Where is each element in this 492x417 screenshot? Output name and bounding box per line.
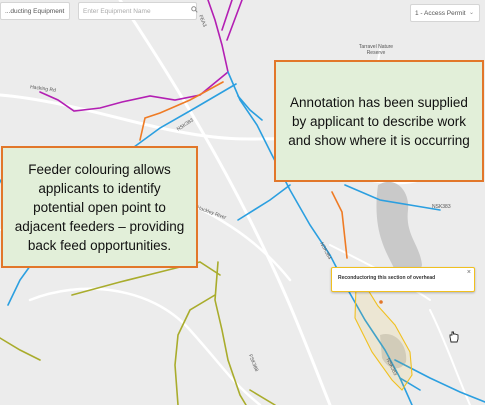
feeder-colouring-callout-text: Feeder colouring allows applicants to id… — [14, 161, 185, 253]
reserve-label: Tarravel Nature Reserve — [358, 44, 394, 56]
permit-select[interactable]: 1 - Access Permit ⌄ — [410, 4, 480, 22]
close-icon[interactable]: × — [467, 269, 471, 276]
annotation-callout-text: Annotation has been supplied by applican… — [288, 94, 470, 148]
equipment-search-input[interactable]: Enter Equipment Name — [78, 2, 198, 20]
annotation-popup-text: Reconductoring this section of overhead — [338, 275, 436, 281]
feeder-colouring-callout: Feeder colouring allows applicants to id… — [1, 146, 198, 268]
equipment-type-select[interactable]: ...ducting Equipment ⌄ — [0, 2, 70, 20]
road-label: NSK383 — [432, 204, 451, 210]
equipment-search-placeholder: Enter Equipment Name — [83, 7, 151, 15]
permit-value: 1 - Access Permit — [415, 9, 466, 17]
chevron-down-icon: ⌄ — [468, 10, 474, 16]
equipment-type-value: ...ducting Equipment — [5, 7, 65, 15]
annotation-callout: Annotation has been supplied by applican… — [274, 60, 484, 182]
chevron-down-icon: ⌄ — [58, 8, 64, 14]
annotation-popup[interactable]: Reconductoring this section of overhead … — [331, 267, 475, 292]
